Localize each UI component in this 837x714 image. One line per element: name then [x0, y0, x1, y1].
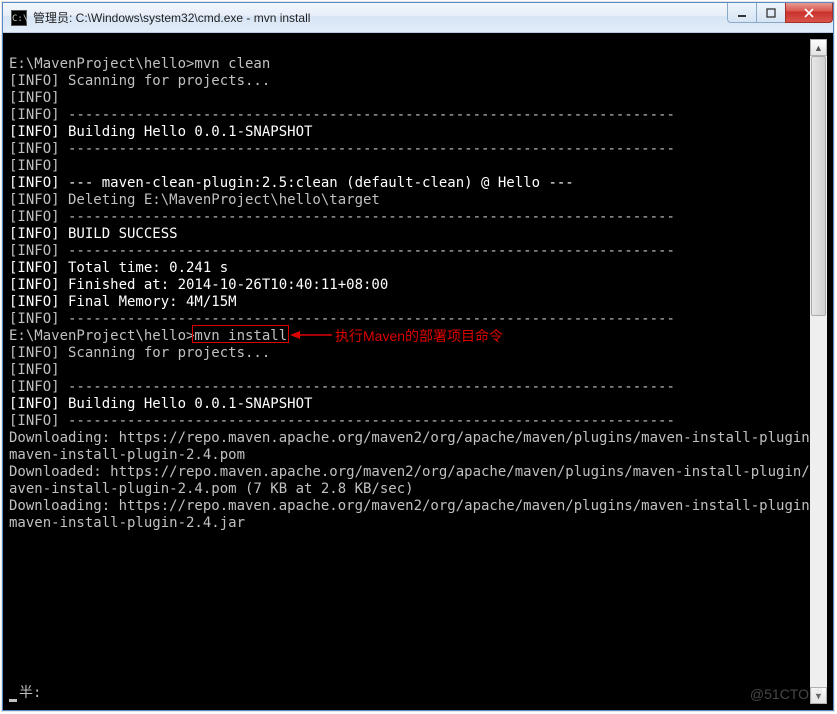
terminal-line: [INFO] Scanning for projects...	[9, 73, 827, 90]
terminal-line: [INFO] ---------------------------------…	[9, 107, 827, 124]
ime-status-text: 半:	[19, 682, 41, 702]
cmd-window: C:\ 管理员: C:\Windows\system32\cmd.exe - m…	[2, 2, 834, 711]
terminal-line: [INFO] Finished at: 2014-10-26T10:40:11+…	[9, 277, 827, 294]
terminal-line: [INFO] ---------------------------------…	[9, 141, 827, 158]
ime-status: 半:	[9, 682, 41, 702]
terminal-line: [INFO] Building Hello 0.0.1-SNAPSHOT	[9, 396, 827, 413]
terminal-text: E:\MavenProject\hello>mvn install	[9, 328, 287, 345]
terminal-line: Downloading: https://repo.maven.apache.o…	[9, 498, 827, 515]
vertical-scrollbar[interactable]: ▲ ▼	[810, 39, 827, 704]
terminal-line: [INFO] --- maven-clean-plugin:2.5:clean …	[9, 175, 827, 192]
terminal-line: Downloading: https://repo.maven.apache.o…	[9, 430, 827, 447]
terminal-line: [INFO] ---------------------------------…	[9, 379, 827, 396]
terminal-line	[9, 39, 827, 56]
terminal-line: [INFO]	[9, 90, 827, 107]
terminal-text: [INFO]	[9, 362, 60, 379]
terminal-line: [INFO]	[9, 158, 827, 175]
terminal-text: [INFO] Final Memory: 4M/15M	[9, 294, 237, 311]
terminal-line: [INFO] BUILD SUCCESS	[9, 226, 827, 243]
watermark: @51CTO博	[750, 684, 823, 704]
scroll-up-button[interactable]: ▲	[810, 39, 827, 56]
terminal-line: [INFO]	[9, 362, 827, 379]
terminal-text: aven-install-plugin-2.4.pom (7 KB at 2.8…	[9, 481, 414, 498]
terminal-text: Downloaded: https://repo.maven.apache.or…	[9, 464, 827, 481]
terminal-text: Downloading: https://repo.maven.apache.o…	[9, 430, 827, 447]
terminal-text: [INFO] BUILD SUCCESS	[9, 226, 178, 243]
terminal-line: [INFO] ---------------------------------…	[9, 209, 827, 226]
terminal-line: aven-install-plugin-2.4.pom (7 KB at 2.8…	[9, 481, 827, 498]
terminal-text: [INFO]	[9, 90, 60, 107]
terminal-text: [INFO] Deleting E:\MavenProject\hello\ta…	[9, 192, 380, 209]
terminal-line: [INFO] ---------------------------------…	[9, 311, 827, 328]
terminal-text: [INFO] ---------------------------------…	[9, 209, 675, 226]
terminal-line: [INFO] Deleting E:\MavenProject\hello\ta…	[9, 192, 827, 209]
terminal-text: [INFO] Scanning for projects...	[9, 73, 270, 90]
scroll-track[interactable]	[810, 56, 827, 687]
terminal-line: [INFO] ---------------------------------…	[9, 413, 827, 430]
terminal-text: [INFO] Total time: 0.241 s	[9, 260, 228, 277]
terminal-text: [INFO] Finished at: 2014-10-26T10:40:11+…	[9, 277, 388, 294]
terminal-text: [INFO] ---------------------------------…	[9, 379, 675, 396]
terminal-line: E:\MavenProject\hello>mvn install	[9, 328, 827, 345]
terminal-line: [INFO] Scanning for projects...	[9, 345, 827, 362]
terminal-text: maven-install-plugin-2.4.jar	[9, 515, 245, 532]
window-controls	[728, 3, 833, 23]
terminal-line: [INFO] Building Hello 0.0.1-SNAPSHOT	[9, 124, 827, 141]
terminal-output[interactable]: E:\MavenProject\hello>mvn clean[INFO] Sc…	[9, 39, 827, 704]
maximize-button[interactable]	[756, 3, 786, 23]
terminal-line: maven-install-plugin-2.4.jar	[9, 515, 827, 532]
terminal-line: E:\MavenProject\hello>mvn clean	[9, 56, 827, 73]
terminal-text: [INFO] ---------------------------------…	[9, 107, 675, 124]
window-title: 管理员: C:\Windows\system32\cmd.exe - mvn i…	[33, 9, 310, 26]
terminal-line: [INFO] ---------------------------------…	[9, 243, 827, 260]
minimize-button[interactable]	[727, 3, 757, 23]
terminal-text: [INFO] ---------------------------------…	[9, 243, 675, 260]
terminal-text: [INFO] ---------------------------------…	[9, 141, 675, 158]
terminal-line: Downloaded: https://repo.maven.apache.or…	[9, 464, 827, 481]
terminal-line: maven-install-plugin-2.4.pom	[9, 447, 827, 464]
terminal-text: [INFO] Building Hello 0.0.1-SNAPSHOT	[9, 124, 312, 141]
terminal-text: [INFO] --- maven-clean-plugin:2.5:clean …	[9, 175, 574, 192]
terminal-text: Downloading: https://repo.maven.apache.o…	[9, 498, 827, 515]
cursor-icon	[9, 699, 17, 702]
terminal-text: E:\MavenProject\hello>mvn clean	[9, 56, 270, 73]
terminal-text: [INFO] ---------------------------------…	[9, 413, 675, 430]
cmd-icon: C:\	[11, 10, 27, 26]
titlebar[interactable]: C:\ 管理员: C:\Windows\system32\cmd.exe - m…	[3, 3, 833, 33]
scroll-thumb[interactable]	[811, 56, 826, 316]
terminal-text: [INFO]	[9, 158, 60, 175]
terminal-text: [INFO] ---------------------------------…	[9, 311, 675, 328]
terminal-line: [INFO] Final Memory: 4M/15M	[9, 294, 827, 311]
terminal-text: maven-install-plugin-2.4.pom	[9, 447, 245, 464]
terminal-text: [INFO] Building Hello 0.0.1-SNAPSHOT	[9, 396, 312, 413]
terminal-line: [INFO] Total time: 0.241 s	[9, 260, 827, 277]
terminal-text: [INFO] Scanning for projects...	[9, 345, 270, 362]
close-button[interactable]	[785, 3, 833, 23]
